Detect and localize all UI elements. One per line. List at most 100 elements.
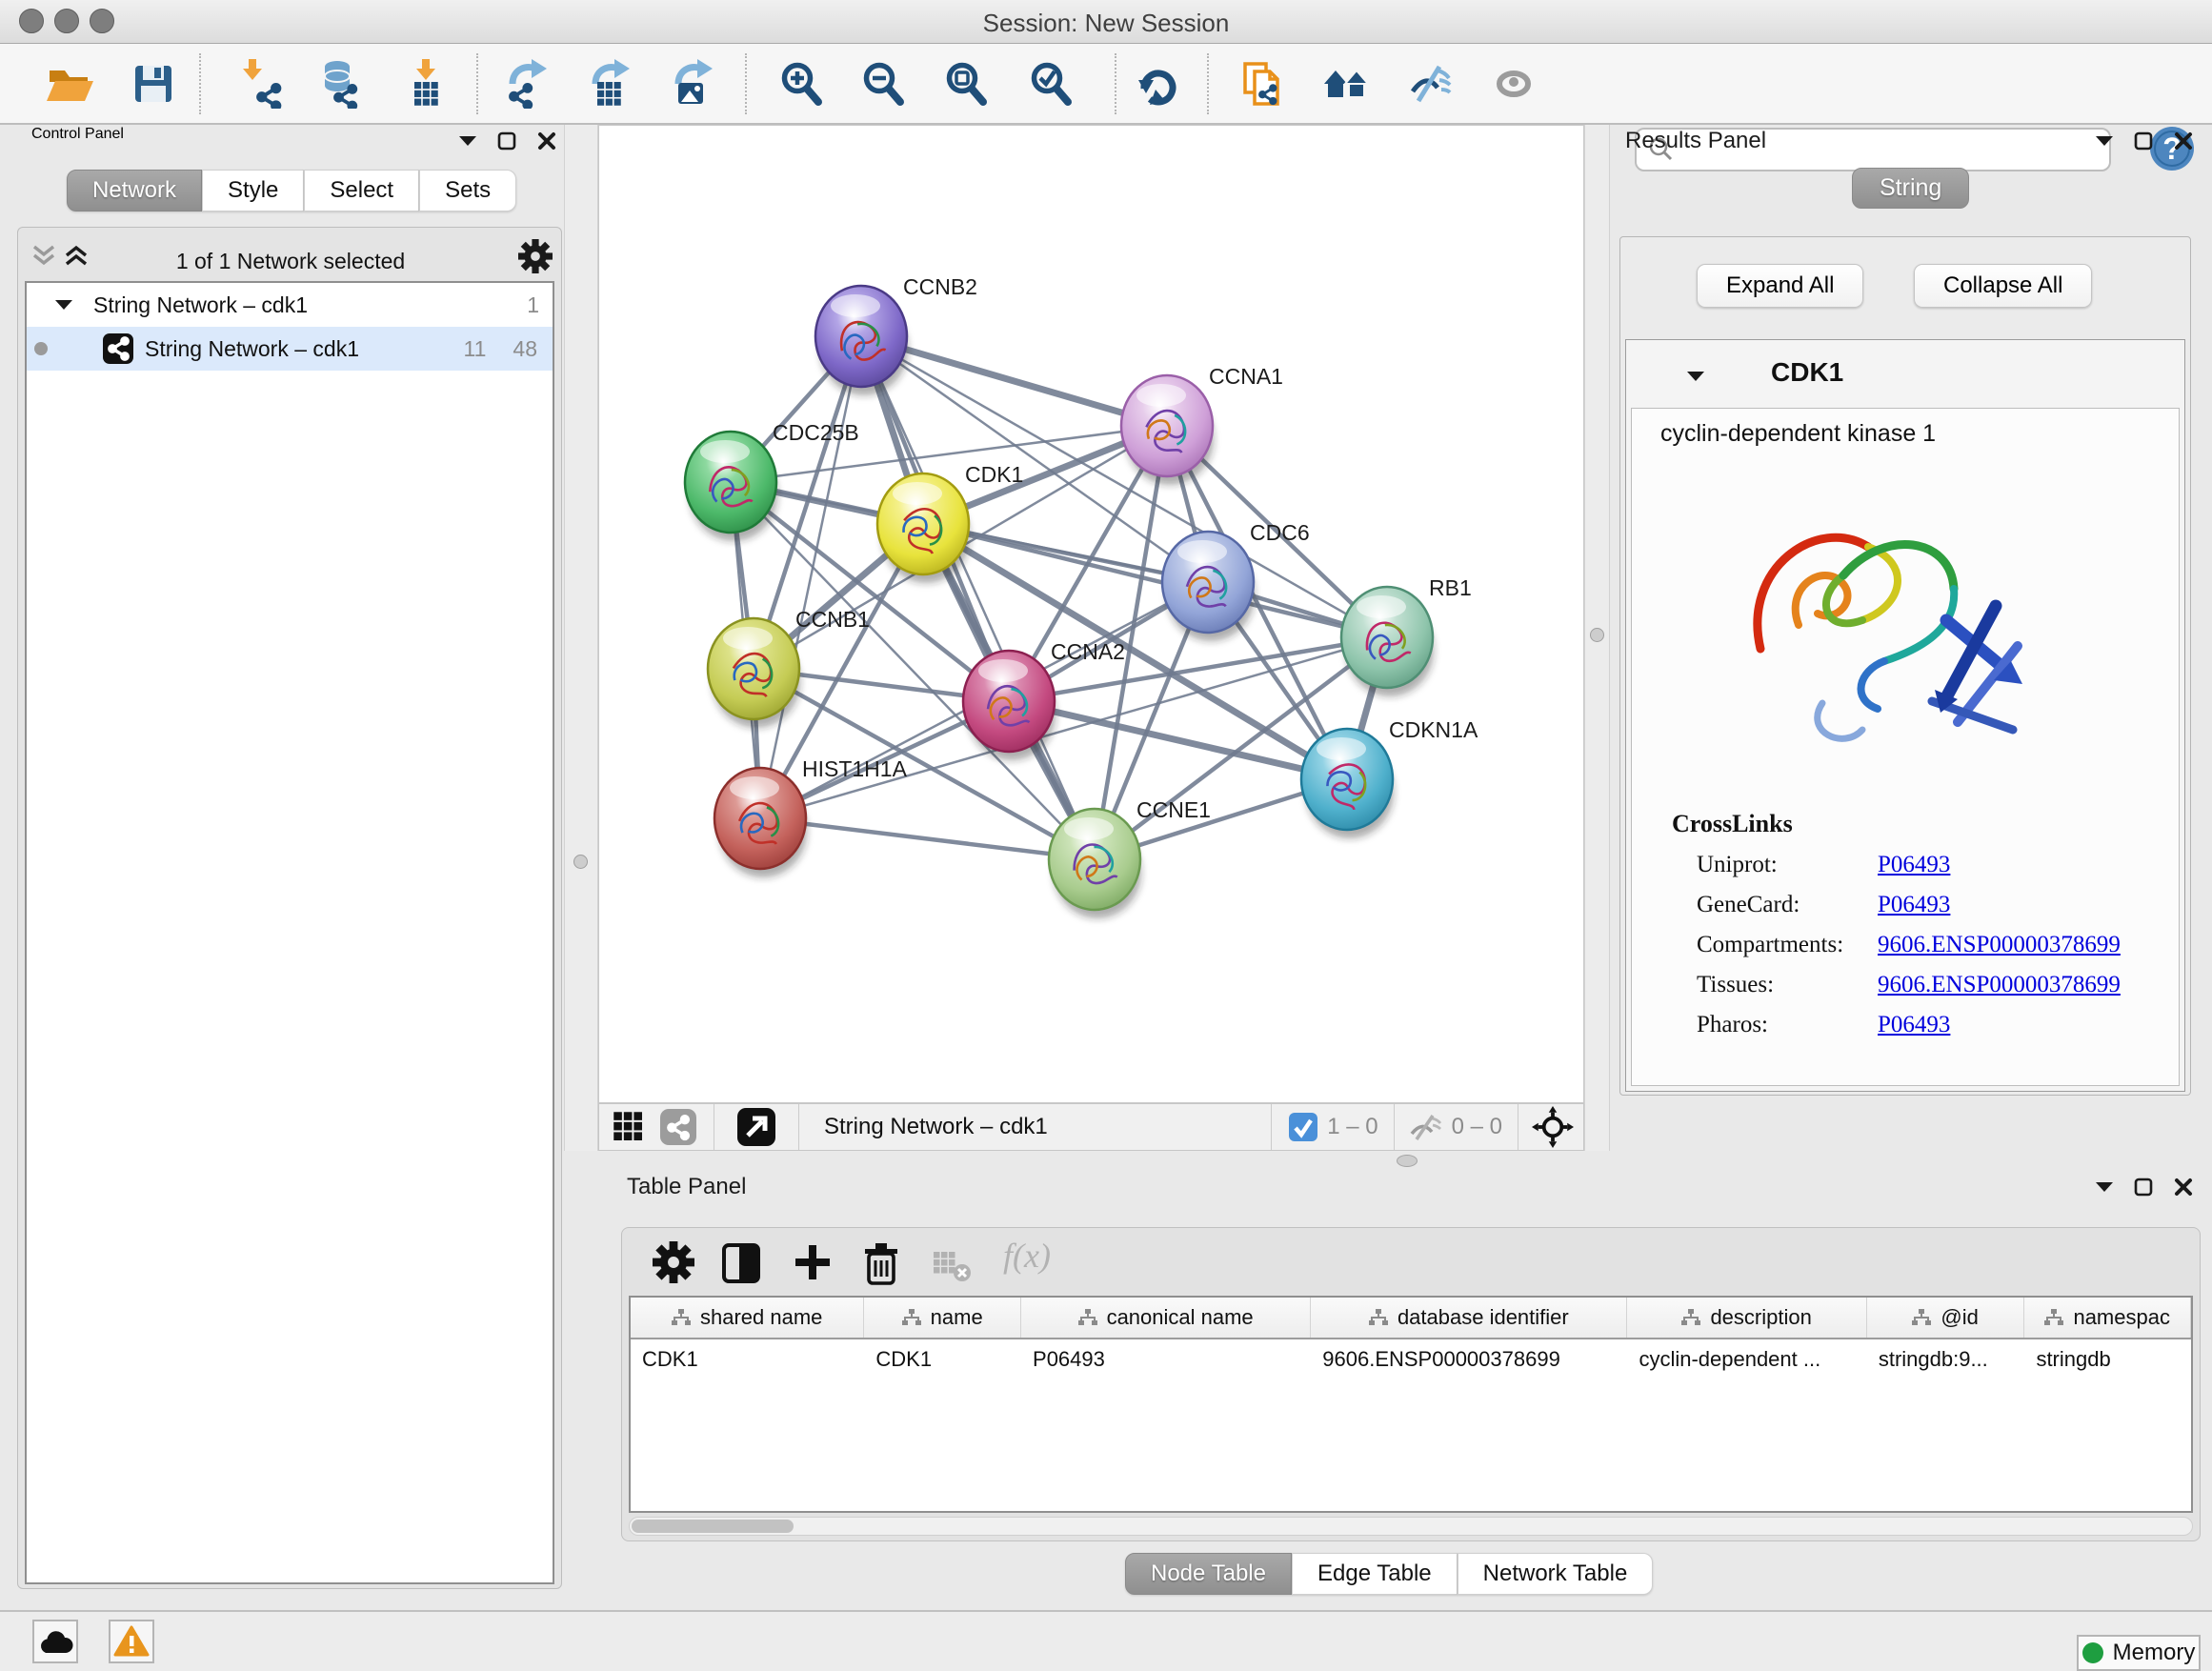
network-edge-count: 48 (513, 336, 537, 362)
crosslink-link[interactable]: 9606.ENSP00000378699 (1878, 932, 2121, 958)
birds-eye-crosshair-icon[interactable] (1532, 1106, 1574, 1148)
column-header--id[interactable]: @id (1867, 1298, 2025, 1338)
zoom-fit-icon[interactable] (940, 57, 994, 111)
node-CCNA2[interactable] (963, 651, 1056, 760)
edge-CCNB2-HIST1H1A[interactable] (760, 336, 861, 818)
refresh-icon[interactable] (1131, 57, 1184, 111)
float-panel-icon[interactable] (497, 131, 516, 151)
crosslink-link[interactable]: P06493 (1878, 1012, 1950, 1038)
edge-HIST1H1A-CCNE1[interactable] (760, 818, 1095, 859)
network-row[interactable]: String Network – cdk1 11 48 (27, 327, 553, 371)
node-CDK1[interactable] (877, 473, 970, 583)
left-splitter-handle[interactable] (573, 855, 588, 869)
collapse-panel-icon[interactable] (2096, 1181, 2113, 1193)
hidden-eye-slash-icon[interactable] (1408, 1113, 1444, 1141)
expand-all-button[interactable]: Expand All (1697, 264, 1863, 308)
column-header-database-identifier[interactable]: database identifier (1311, 1298, 1627, 1338)
open-in-new-icon[interactable] (737, 1108, 775, 1146)
hide-panel-icon[interactable] (1403, 57, 1457, 111)
delete-column-icon[interactable] (860, 1241, 902, 1287)
left-splitter[interactable] (564, 125, 598, 1151)
column-type-icon (2044, 1309, 2063, 1326)
bottom-splitter-handle[interactable] (1397, 1155, 1418, 1167)
scrollbar-thumb[interactable] (632, 1520, 794, 1533)
table-horizontal-scrollbar[interactable] (629, 1517, 2193, 1536)
crosslink-link[interactable]: 9606.ENSP00000378699 (1878, 972, 2121, 998)
add-column-icon[interactable] (792, 1241, 834, 1283)
tab-network[interactable]: Network (67, 170, 202, 211)
column-header-namespac[interactable]: namespac (2024, 1298, 2191, 1338)
export-table-icon[interactable] (582, 57, 635, 111)
node-CCNA1[interactable] (1121, 375, 1214, 485)
column-header-shared-name[interactable]: shared name (631, 1298, 864, 1338)
warnings-button[interactable] (109, 1620, 154, 1663)
clone-network-icon[interactable] (1236, 57, 1289, 111)
results-panel-title: Results Panel (1625, 128, 1766, 154)
import-database-icon[interactable] (312, 57, 366, 111)
column-header-canonical-name[interactable]: canonical name (1021, 1298, 1311, 1338)
tab-select[interactable]: Select (304, 170, 419, 211)
node-CDKN1A[interactable] (1301, 729, 1394, 838)
main-toolbar: ? (0, 44, 2212, 125)
right-splitter[interactable] (1584, 125, 1610, 1151)
node-CCNB2[interactable] (815, 286, 908, 395)
node-CCNE1[interactable] (1049, 809, 1141, 918)
table-cell: CDK1 (631, 1347, 864, 1372)
close-panel-icon[interactable] (2174, 131, 2193, 151)
node-CDC25B[interactable] (685, 432, 777, 541)
zoom-out-icon[interactable] (857, 57, 911, 111)
crosslink-link[interactable]: P06493 (1878, 892, 1950, 918)
selected-checkbox-icon[interactable] (1289, 1113, 1317, 1141)
collapse-all-button[interactable]: Collapse All (1914, 264, 2092, 308)
import-network-icon[interactable] (233, 57, 287, 111)
column-header-name[interactable]: name (864, 1298, 1021, 1338)
network-canvas[interactable]: CCNB2CCNA1CDC25BCDK1CDC6RB1CCNB1CCNA2CDK… (598, 125, 1584, 1103)
grid-view-icon[interactable] (613, 1111, 645, 1143)
tab-sets[interactable]: Sets (419, 170, 516, 211)
tab-network-table[interactable]: Network Table (1458, 1553, 1654, 1595)
network-collection-row[interactable]: String Network – cdk1 1 (27, 283, 553, 327)
column-header-description[interactable]: description (1627, 1298, 1866, 1338)
tab-node-table[interactable]: Node Table (1125, 1553, 1292, 1595)
table-options-gear-icon[interactable] (653, 1241, 694, 1283)
collapse-panel-icon[interactable] (2096, 135, 2113, 147)
crosslink-label: Pharos: (1697, 1012, 1878, 1038)
save-icon[interactable] (127, 57, 180, 111)
memory-button[interactable]: Memory (2077, 1635, 2201, 1671)
eye-icon[interactable] (1487, 57, 1540, 111)
crosslink-row: Pharos:P06493 (1697, 1012, 2179, 1038)
table-row[interactable]: CDK1CDK1P064939606.ENSP00000378699cyclin… (631, 1339, 2191, 1379)
node-CCNB1[interactable] (708, 618, 800, 728)
tab-string[interactable]: String (1852, 168, 1969, 209)
collection-expand-icon[interactable] (55, 299, 72, 311)
open-folder-icon[interactable] (42, 57, 95, 111)
close-panel-icon[interactable] (2174, 1178, 2193, 1197)
zoom-selected-icon[interactable] (1025, 57, 1078, 111)
tab-style[interactable]: Style (202, 170, 304, 211)
column-label: name (931, 1305, 983, 1330)
edge-CCNA2-CDKN1A[interactable] (1009, 701, 1347, 779)
toolbar-separator (1207, 53, 1209, 114)
zoom-in-icon[interactable] (775, 57, 829, 111)
collapse-panel-icon[interactable] (459, 135, 476, 147)
node-RB1[interactable] (1341, 587, 1434, 696)
tab-edge-table[interactable]: Edge Table (1292, 1553, 1458, 1595)
crosslink-link[interactable]: P06493 (1878, 852, 1950, 878)
cloud-button[interactable] (32, 1620, 78, 1663)
network-options-gear-icon[interactable] (518, 239, 553, 273)
node-CDC6[interactable] (1162, 532, 1255, 641)
float-panel-icon[interactable] (2134, 1178, 2153, 1197)
node-HIST1H1A[interactable] (714, 768, 807, 877)
show-columns-icon[interactable] (719, 1241, 763, 1285)
string-view-icon[interactable] (660, 1109, 696, 1145)
close-panel-icon[interactable] (537, 131, 556, 151)
table-tabs: Node TableEdge TableNetwork Table (1125, 1553, 1653, 1595)
session-home-icon[interactable] (1320, 57, 1374, 111)
right-splitter-handle[interactable] (1590, 628, 1604, 642)
export-image-icon[interactable] (665, 57, 718, 111)
import-table-icon[interactable] (401, 57, 454, 111)
export-network-icon[interactable] (499, 57, 553, 111)
float-panel-icon[interactable] (2134, 131, 2153, 151)
edge-CDK1-RB1[interactable] (923, 524, 1387, 637)
cdk1-collapse-icon[interactable] (1687, 371, 1704, 382)
